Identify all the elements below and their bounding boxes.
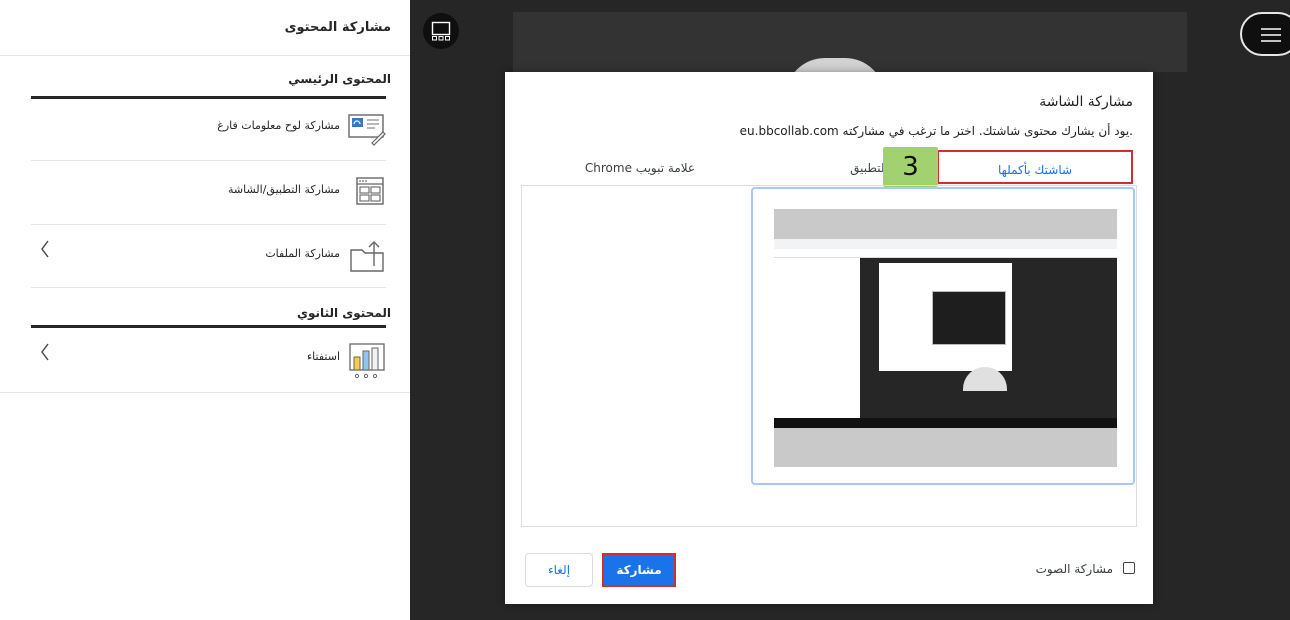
share-button[interactable]: مشاركة: [602, 553, 676, 587]
dialog-title: مشاركة الشاشة: [1039, 94, 1133, 110]
hamburger-menu-icon: [1260, 26, 1282, 48]
panel-title: مشاركة المحتوى: [284, 20, 391, 35]
thumbnail-side-panel: [774, 258, 860, 418]
cancel-button[interactable]: إلغاء: [525, 553, 593, 587]
whiteboard-icon: [347, 110, 387, 146]
menu-button[interactable]: [1240, 12, 1290, 56]
tab-chrome-tab[interactable]: علامة تبويب Chrome: [535, 150, 745, 184]
share-audio-checkbox[interactable]: [1123, 562, 1135, 574]
secondary-content-heading: المحتوى الثانوي: [297, 306, 391, 320]
chevron-left-icon[interactable]: [40, 343, 50, 364]
share-screen-dialog: مشاركة الشاشة .يود أن يشارك محتوى شاشتك.…: [505, 72, 1153, 604]
application-window-icon: [347, 174, 387, 210]
tab-entire-screen[interactable]: شاشتك بأكملها: [937, 150, 1133, 184]
share-whiteboard-label: مشاركة لوح معلومات فارغ: [217, 119, 340, 132]
screen-thumbnail: [774, 209, 1117, 467]
primary-content-heading: المحتوى الرئيسي: [288, 72, 391, 86]
thumbnail-address-bar: [774, 249, 1117, 258]
share-whiteboard-item[interactable]: مشاركة لوح معلومات فارغ: [0, 96, 410, 160]
step-number-badge: 3: [883, 147, 938, 187]
poll-chart-icon: [347, 341, 387, 379]
thumbnail-nested-preview: [932, 291, 1006, 345]
share-files-item[interactable]: مشاركة الملفات: [0, 224, 410, 288]
share-application-label: مشاركة التطبيق/الشاشة: [228, 183, 340, 196]
content-sharing-panel: مشاركة المحتوى المحتوى الرئيسي مشاركة لو…: [0, 0, 410, 620]
folder-upload-icon: [347, 238, 387, 274]
panel-bottom-divider: [0, 392, 410, 393]
poll-label: استفتاء: [307, 350, 340, 363]
layout-toggle-button[interactable]: [423, 13, 459, 49]
share-source-list: [521, 185, 1137, 527]
thumbnail-taskbar: [774, 418, 1117, 428]
layout-icon: [431, 21, 451, 45]
share-audio-label: مشاركة الصوت: [1035, 562, 1113, 576]
screen-thumbnail-card[interactable]: [751, 187, 1135, 485]
share-files-label: مشاركة الملفات: [265, 247, 340, 260]
thumbnail-browser-tabs: [774, 239, 1117, 249]
dialog-subtitle: .يود أن يشارك محتوى شاشتك. اختر ما ترغب …: [739, 124, 1133, 138]
poll-item[interactable]: استفتاء: [0, 327, 410, 391]
chevron-left-icon[interactable]: [40, 240, 50, 261]
item-divider: [31, 287, 386, 288]
panel-header: مشاركة المحتوى: [0, 0, 410, 56]
share-application-item[interactable]: مشاركة التطبيق/الشاشة: [0, 160, 410, 224]
